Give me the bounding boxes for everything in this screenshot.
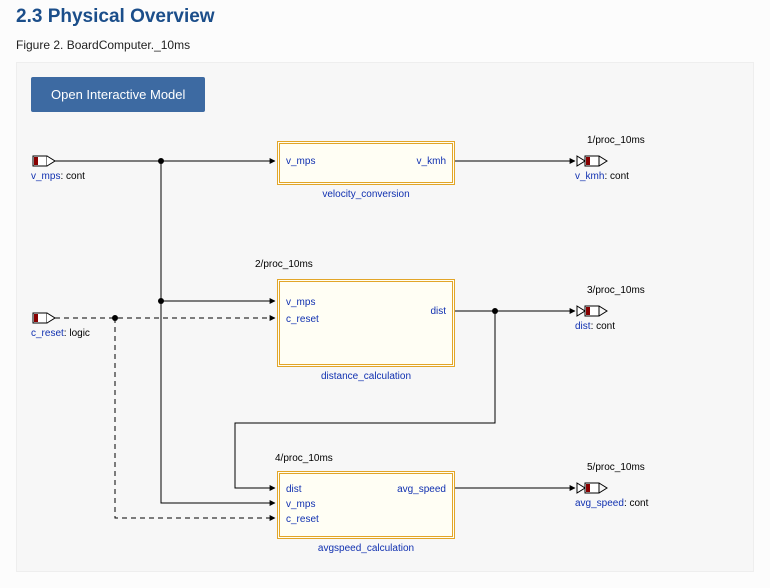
port-label: dist xyxy=(430,306,446,317)
output-label-v-kmh: v_kmh: cont xyxy=(575,171,629,182)
block-tag: 2/proc_10ms xyxy=(255,259,313,270)
output-label-avg-speed: avg_speed: cont xyxy=(575,498,648,509)
block-caption: distance_calculation xyxy=(277,371,455,382)
block-caption: avgspeed_calculation xyxy=(277,543,455,554)
inport-glyph xyxy=(33,156,55,166)
port-label: avg_speed xyxy=(397,484,446,495)
input-label-c-reset: c_reset: logic xyxy=(31,328,90,339)
outport-glyph xyxy=(577,483,607,493)
port-label: v_mps xyxy=(286,499,315,510)
input-label-v-mps: v_mps: cont xyxy=(31,171,85,182)
figure-caption: Figure 2. BoardComputer._10ms xyxy=(16,38,754,52)
block-caption: velocity_conversion xyxy=(277,189,455,200)
output-tag: 3/proc_10ms xyxy=(587,285,645,296)
port-label: c_reset xyxy=(286,514,319,525)
block-avgspeed-calculation[interactable]: dist v_mps c_reset avg_speed xyxy=(277,471,455,539)
port-label: v_mps xyxy=(286,156,315,167)
outport-glyph xyxy=(577,306,607,316)
block-tag: 4/proc_10ms xyxy=(275,453,333,464)
port-label: c_reset xyxy=(286,314,319,325)
output-label-dist: dist: cont xyxy=(575,321,615,332)
port-label: v_mps xyxy=(286,297,315,308)
port-label: v_kmh xyxy=(417,156,446,167)
diagram-canvas: Open Interactive Model xyxy=(16,62,754,572)
section-title: 2.3 Physical Overview xyxy=(16,6,754,28)
block-velocity-conversion[interactable]: v_mps v_kmh xyxy=(277,141,455,185)
outport-glyph xyxy=(577,156,607,166)
port-label: dist xyxy=(286,484,302,495)
inport-glyph xyxy=(33,313,55,323)
block-distance-calculation[interactable]: v_mps c_reset dist xyxy=(277,279,455,367)
output-tag: 1/proc_10ms xyxy=(587,135,645,146)
output-tag: 5/proc_10ms xyxy=(587,462,645,473)
